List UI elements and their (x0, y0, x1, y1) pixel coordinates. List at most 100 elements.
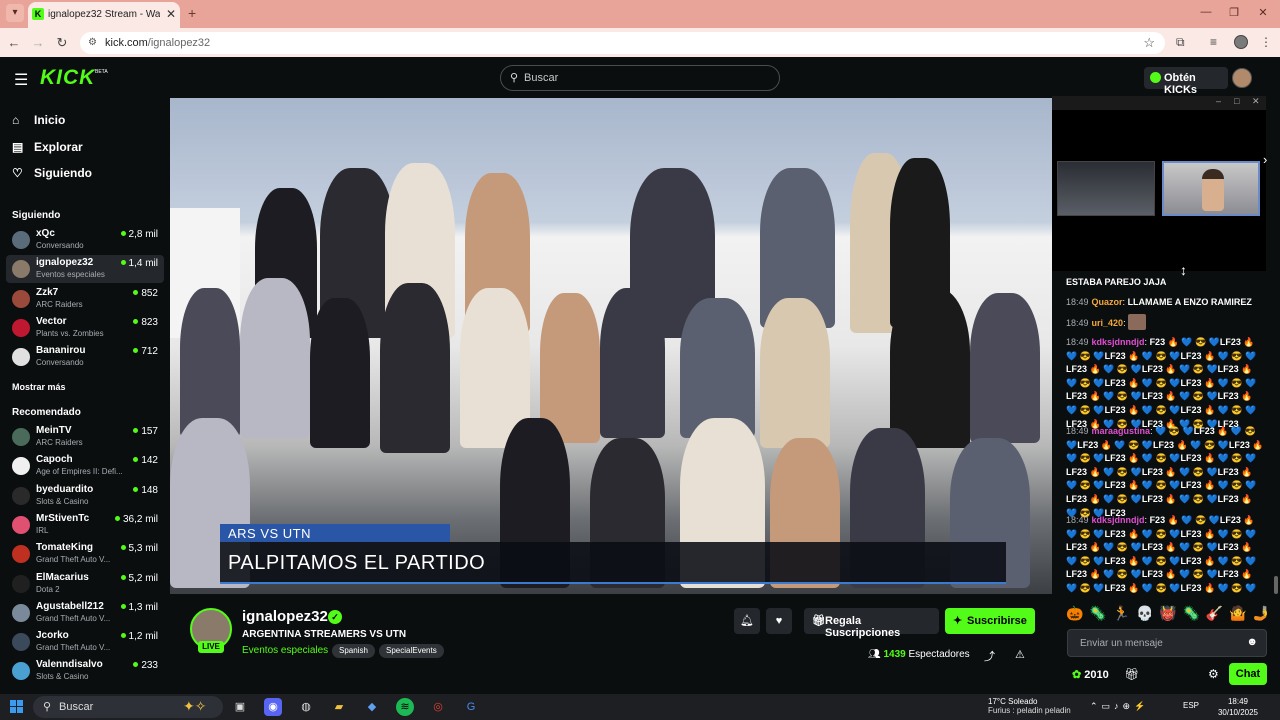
channel-category: IRL (36, 525, 49, 535)
channel-viewer-count: 823 (141, 316, 158, 328)
sidebar-channel-zzk7[interactable]: Zzk7 ARC Raiders 852 (6, 285, 164, 313)
popout-minimize-icon[interactable]: – (1216, 96, 1221, 106)
restore-icon[interactable]: ❐ (1224, 6, 1244, 19)
taskbar-clock[interactable]: 18:49 30/10/2025 (1204, 696, 1272, 718)
chat-gift-icon[interactable]: 🎁︎ (1124, 667, 1139, 681)
camera-feed-streamer[interactable] (1162, 161, 1260, 216)
tag-specialevents[interactable]: SpecialEvents (379, 644, 444, 658)
notification-bell-button[interactable]: 🔔︎ (734, 608, 760, 634)
menu-hamburger-icon[interactable]: ☰ (14, 70, 28, 90)
sidebar-channel-byeduardito[interactable]: byeduardito Slots & Casino 148 (6, 482, 164, 510)
google-app-icon[interactable]: G (462, 698, 480, 716)
chat-username[interactable]: kdksjdnndjd (1092, 337, 1145, 347)
sidebar-channel-capoch[interactable]: Capoch Age of Empires II: Defi... 142 (6, 452, 164, 480)
sidebar-channel-bananirou[interactable]: Bananirou Conversando 712 (6, 343, 164, 371)
sidebar-item-explorar[interactable]: ▤ Explorar (12, 140, 83, 158)
streamer-name[interactable]: ignalopez32 (242, 608, 328, 625)
subscribe-button[interactable]: ✦ Suscribirse (945, 608, 1035, 634)
new-tab-icon[interactable]: + (188, 5, 196, 21)
chat-username[interactable]: Quazor (1092, 297, 1123, 307)
url-field[interactable]: ⚙ kick.com/ignalopez32 ☆ (80, 32, 1165, 54)
tab-close-icon[interactable]: ✕ (166, 7, 176, 21)
sidebar-item-siguiendo[interactable]: ♡ Siguiendo (12, 166, 92, 184)
bookmark-star-icon[interactable]: ☆ (1143, 35, 1155, 51)
camera-feed-room[interactable] (1057, 161, 1155, 216)
chat-settings-gear-icon[interactable]: ⚙ (1208, 667, 1219, 681)
browser-profile-avatar[interactable] (1234, 35, 1248, 49)
system-tray-icons[interactable]: ⌃▭♪⊕⚡ (1090, 701, 1149, 712)
sidebar-channel-jcorko[interactable]: Jcorko Grand Theft Auto V... 1,2 mil (6, 628, 164, 656)
report-warning-icon[interactable]: ⚠ (1015, 648, 1025, 661)
sidebar-channel-valenndisalvo[interactable]: Valenndisalvo Slots & Casino 233 (6, 657, 164, 685)
tag-spanish[interactable]: Spanish (332, 644, 375, 658)
live-dot-icon (120, 545, 126, 551)
sidebar-item-inicio[interactable]: ⌂ Inicio (12, 113, 65, 131)
sidebar-channel-ignalopez32[interactable]: ignalopez32 Eventos especiales 1,4 mil (6, 255, 164, 284)
popout-maximize-icon[interactable]: □ (1234, 96, 1239, 106)
chat-username[interactable]: maraagustina (1092, 426, 1151, 436)
follow-heart-button[interactable]: ♥ (766, 608, 792, 634)
get-kicks-button[interactable]: Obtén KICKs (1144, 67, 1228, 96)
user-avatar[interactable] (1232, 68, 1252, 88)
copilot-app-icon[interactable]: ◆ (363, 698, 381, 716)
task-view-icon[interactable]: ▣ (231, 698, 249, 716)
share-icon[interactable]: ⤴ (984, 648, 995, 664)
chat-scrollbar[interactable] (1274, 576, 1278, 594)
minimize-icon[interactable]: — (1196, 6, 1216, 18)
chat-emote-image (1128, 314, 1147, 330)
taskbar-weather[interactable]: 17°C Soleado Furius : peladin peladin (988, 697, 1071, 715)
channel-avatar (12, 515, 30, 534)
search-input[interactable]: ⚲ Buscar (500, 65, 780, 91)
back-icon[interactable]: ← (6, 35, 22, 50)
browser-menu-icon[interactable]: ⋮ (1260, 35, 1272, 49)
forward-icon[interactable]: → (30, 35, 46, 50)
spotify-app-icon[interactable]: ≋ (396, 698, 414, 716)
sidebar-channel-elmacarius[interactable]: ElMacarius Dota 2 5,2 mil (6, 570, 164, 598)
site-info-icon[interactable]: ⚙ (88, 37, 97, 48)
collapse-chat-chevron-icon[interactable]: › (1263, 152, 1267, 167)
channel-points[interactable]: ✿ 2010 (1072, 668, 1109, 681)
sidebar-channel-vector[interactable]: Vector Plants vs. Zombies 823 (6, 314, 164, 342)
channel-viewers: 712 (133, 346, 158, 357)
channel-viewer-count: 5,3 mil (128, 543, 158, 555)
chrome-app-icon[interactable]: ◎ (429, 698, 447, 716)
browser-tab[interactable]: K ignalopez32 Stream - Watch Li ✕ (28, 2, 180, 28)
channel-avatar (12, 457, 30, 476)
sidebar-channel-tomateking[interactable]: TomateKing Grand Theft Auto V... 5,3 mil (6, 540, 164, 568)
emoji-picker-icon[interactable]: ☻ (1246, 636, 1258, 648)
video-player[interactable]: ARS VS UTN PALPITAMOS EL PARTIDO (170, 98, 1052, 594)
clock-time: 18:49 (1227, 697, 1249, 706)
sidebar-channel-xqc[interactable]: xQc Conversando 2,8 mil (6, 226, 164, 254)
taskbar-search-label: Buscar (59, 701, 94, 713)
windows-start-icon[interactable] (10, 700, 23, 713)
popout-camera-window[interactable]: – □ ✕ (1052, 96, 1266, 271)
taskbar-search-icon: ⚲ (43, 701, 52, 713)
reload-icon[interactable]: ↻ (54, 35, 70, 51)
obs-app-icon[interactable]: ◍ (297, 698, 315, 716)
following-section-title: Siguiendo (12, 210, 61, 221)
chat-send-button[interactable]: Chat (1229, 663, 1267, 685)
chat-username[interactable]: kdksjdnndjd (1092, 515, 1145, 525)
input-language[interactable]: ESP (1183, 701, 1199, 710)
show-more-link[interactable]: Mostrar más (12, 382, 66, 392)
media-control-icon[interactable]: ≡ (1210, 35, 1217, 49)
discord-app-icon[interactable]: ◉ (264, 698, 282, 716)
sidebar-channel-mrstiventc[interactable]: MrStivenTc IRL 36,2 mil (6, 511, 164, 539)
taskbar-search-field[interactable]: ⚲ Buscar ✦✧ (33, 696, 223, 718)
extensions-icon[interactable]: ⧉ (1176, 35, 1185, 50)
tab-search-button[interactable]: ▾ (6, 4, 24, 22)
stream-category-link[interactable]: Eventos especiales (242, 645, 328, 656)
window-close-icon[interactable]: ✕ (1253, 6, 1273, 19)
channel-name: byeduardito (36, 483, 94, 495)
channel-viewer-count: 712 (141, 346, 158, 358)
chat-message-input[interactable]: Enviar un mensaje ☻ (1067, 629, 1267, 657)
emote-quick-bar[interactable]: 🎃 🦠 🏃 💀 👹 🦠 🎸 🤷 🤳 🙏 🦖 (1066, 605, 1270, 625)
sidebar-channel-agustabell212[interactable]: Agustabell212 Grand Theft Auto V... 1,3 mi… (6, 599, 164, 627)
gift-subs-button[interactable]: 🎁︎ Regala Suscripciones (804, 608, 939, 639)
live-dot-icon (120, 603, 126, 609)
chat-username[interactable]: uri_420 (1092, 318, 1124, 328)
sidebar-channel-meintv[interactable]: MeinTV ARC Raiders 157 (6, 423, 164, 451)
popout-close-icon[interactable]: ✕ (1252, 96, 1260, 107)
kick-logo[interactable]: KICK (40, 66, 95, 90)
file-explorer-icon[interactable]: ▰ (330, 698, 348, 716)
